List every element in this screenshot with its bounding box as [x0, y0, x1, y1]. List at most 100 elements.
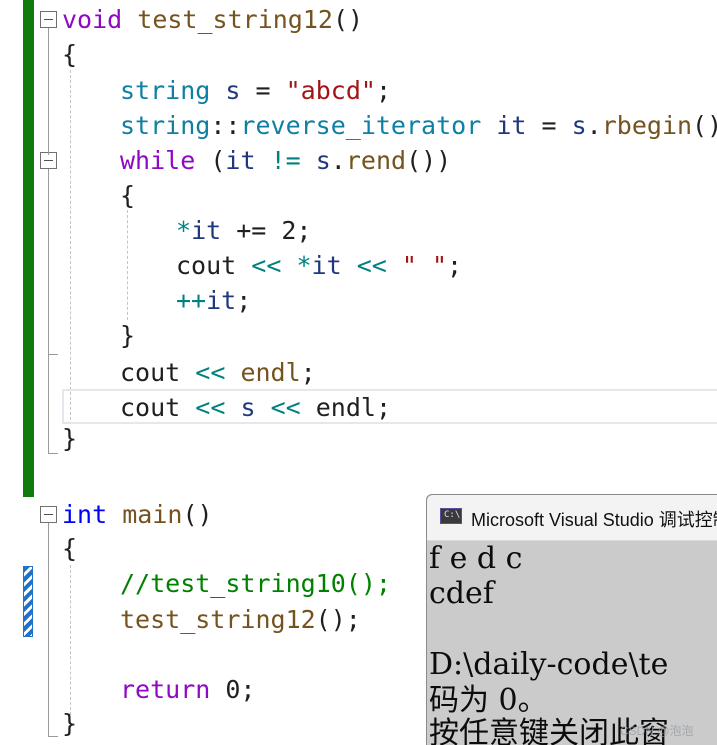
- fold-line: [48, 28, 49, 155]
- type-name: string: [120, 111, 211, 140]
- code-line[interactable]: {: [62, 531, 77, 566]
- punctuation: (: [210, 146, 226, 175]
- code-line[interactable]: }: [62, 706, 77, 741]
- collapse-icon[interactable]: [40, 11, 57, 28]
- fold-end-marker: [48, 354, 58, 355]
- code-text: += 2;: [221, 216, 312, 245]
- function-call: rend: [345, 146, 407, 175]
- code-line[interactable]: string s = "abcd";: [120, 73, 391, 108]
- indent-guide: [70, 565, 71, 715]
- string-literal: " ": [401, 251, 448, 280]
- variable: s: [240, 393, 256, 422]
- operator: <<: [356, 251, 387, 280]
- punctuation: ()): [406, 146, 452, 175]
- punctuation: (): [332, 5, 364, 34]
- console-line: 码为 0。: [429, 683, 548, 718]
- variable: it: [191, 216, 222, 245]
- code-line[interactable]: cout << *it << " ";: [176, 248, 462, 283]
- variable: it: [496, 111, 527, 140]
- variable: s: [315, 146, 331, 175]
- code-line[interactable]: cout << endl;: [120, 355, 316, 390]
- identifier: cout: [120, 393, 181, 422]
- operator: *: [176, 216, 192, 245]
- code-line[interactable]: void test_string12(): [62, 2, 363, 37]
- variable: it: [311, 251, 342, 280]
- code-line[interactable]: *it += 2;: [176, 213, 311, 248]
- identifier: cout: [176, 251, 237, 280]
- function-call: rbegin: [601, 111, 693, 140]
- change-indicator-unsaved: [23, 566, 33, 637]
- function-name: main: [122, 500, 183, 529]
- brace: {: [120, 181, 136, 210]
- variable: it: [225, 146, 256, 175]
- fold-line: [48, 523, 49, 737]
- brace: }: [120, 321, 136, 350]
- code-text: 0;: [225, 675, 256, 704]
- code-line[interactable]: {: [120, 178, 135, 213]
- code-line[interactable]: cout << s << endl;: [120, 390, 391, 425]
- operator: <<: [251, 251, 282, 280]
- console-title: Microsoft Visual Studio 调试控制台: [471, 510, 717, 530]
- function-call: test_string12: [120, 605, 316, 634]
- collapse-icon[interactable]: [40, 506, 57, 523]
- watermark: CSDN @泡泡: [620, 724, 694, 738]
- type-name: string: [120, 76, 211, 105]
- fold-end-marker: [48, 736, 58, 737]
- code-line[interactable]: ++it;: [176, 283, 251, 318]
- change-indicator-saved: [23, 0, 34, 497]
- keyword: int: [62, 500, 108, 529]
- code-line[interactable]: }: [62, 421, 77, 456]
- string-literal: "abcd": [285, 76, 376, 105]
- fold-line: [48, 355, 49, 454]
- code-line[interactable]: }: [120, 318, 135, 353]
- code-line[interactable]: while (it != s.rend()): [120, 143, 451, 178]
- code-line[interactable]: int main(): [62, 497, 213, 532]
- operator: ++: [176, 286, 207, 315]
- code-line[interactable]: test_string12();: [120, 602, 361, 637]
- console-output[interactable]: f e d c cdef D:\daily-code\te 码为 0。 按任意键…: [427, 541, 717, 745]
- comment: //test_string10();: [120, 569, 391, 598]
- punctuation: (): [182, 500, 213, 529]
- console-titlebar[interactable]: C:\ Microsoft Visual Studio 调试控制台: [427, 495, 717, 541]
- indent-guide: [127, 210, 128, 320]
- code-line[interactable]: return 0;: [120, 672, 255, 707]
- keyword: void: [62, 5, 123, 34]
- identifier: endl: [240, 358, 301, 387]
- punctuation: ::: [210, 111, 241, 140]
- operator: =: [255, 76, 271, 105]
- console-line: f e d c: [429, 541, 523, 576]
- variable: s: [571, 111, 587, 140]
- type-name: reverse_iterator: [240, 111, 482, 140]
- variable: it: [206, 286, 237, 315]
- console-app-icon: C:\: [440, 508, 462, 524]
- operator: *: [296, 251, 312, 280]
- fold-end-marker: [48, 453, 58, 454]
- operator: !=: [270, 146, 301, 175]
- operator: =: [541, 111, 557, 140]
- console-line: cdef: [429, 576, 494, 611]
- punctuation: ;: [300, 358, 316, 387]
- punctuation: ;: [236, 286, 252, 315]
- code-line[interactable]: {: [62, 37, 77, 72]
- code-line[interactable]: string::reverse_iterator it = s.rbegin()…: [120, 108, 717, 143]
- punctuation: .: [586, 111, 602, 140]
- operator: <<: [270, 393, 301, 422]
- punctuation: .: [330, 146, 346, 175]
- identifier: endl: [315, 393, 376, 422]
- punctuation: ();: [315, 605, 361, 634]
- variable: s: [225, 76, 241, 105]
- brace: }: [62, 709, 78, 738]
- brace: {: [62, 534, 78, 563]
- code-line[interactable]: //test_string10();: [120, 566, 391, 601]
- indent-guide: [70, 70, 71, 420]
- identifier: cout: [120, 358, 181, 387]
- fold-line: [48, 169, 49, 355]
- punctuation: ();: [692, 111, 717, 140]
- punctuation: ;: [375, 393, 392, 422]
- punctuation: ;: [447, 251, 463, 280]
- operator: <<: [195, 358, 226, 387]
- debug-console-window[interactable]: C:\ Microsoft Visual Studio 调试控制台 f e d …: [426, 494, 717, 745]
- punctuation: ;: [375, 76, 391, 105]
- keyword: return: [120, 675, 211, 704]
- keyword: while: [120, 146, 196, 175]
